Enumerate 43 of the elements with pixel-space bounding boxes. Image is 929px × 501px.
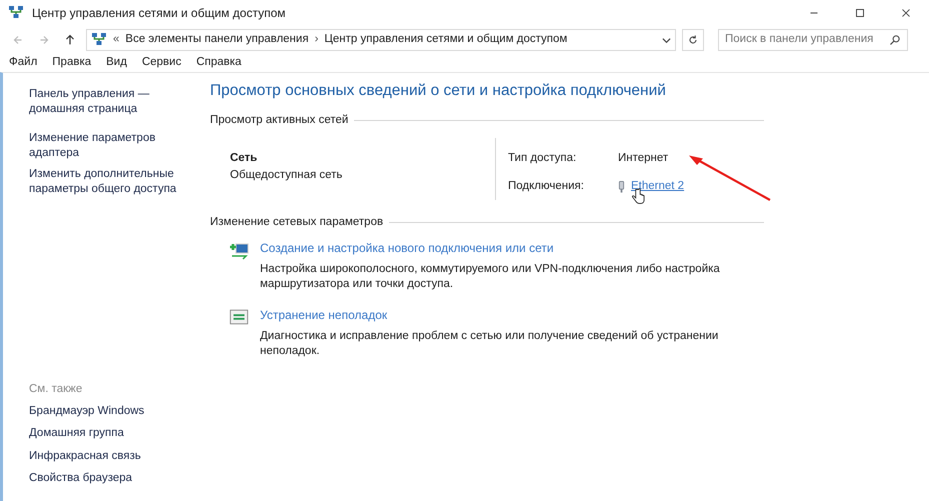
menu-item[interactable]: Файл [9,54,38,72]
dropdown-icon[interactable] [662,36,671,44]
task-link[interactable]: Создание и настройка нового подключения или сети [260,238,554,257]
address-bar[interactable]: « Все элементы панели управления › Центр управления сетями и общим доступом [86,29,676,51]
breadcrumb[interactable]: Все элементы панели управления [125,31,309,49]
ethernet-link[interactable]: Ethernet 2 [631,178,684,196]
window-title: Центр управления сетями и общим доступом [32,5,286,22]
hand-cursor-icon [632,188,645,205]
maximize-icon[interactable] [853,6,867,20]
sidebar-link[interactable]: Панель управления — домашняя страница [29,87,210,117]
search-icon [889,34,901,46]
sidebar-link[interactable]: Свойства браузера [29,470,210,487]
access-type-value: Интернет [618,150,670,166]
breadcrumb[interactable]: Центр управления сетями и общим доступом [324,31,568,49]
menu-item[interactable]: Правка [52,54,92,72]
up-icon[interactable] [63,33,77,47]
connections-label: Подключения: [508,178,585,194]
section-heading: Просмотр активных сетей [210,113,348,128]
network-name: Сеть [230,150,258,166]
sidebar-link[interactable]: Инфракрасная связь [29,448,210,465]
task-description: Настройка широкополосного, коммутируемого или VPN-подключения либо настройка маршрутизатора или точки доступа. [260,262,721,292]
network-icon [8,5,24,21]
page-title: Просмотр основных сведений о сети и настройка подключений [210,81,667,101]
section-heading: Изменение сетевых параметров [210,214,384,230]
refresh-button[interactable] [682,29,704,51]
access-type-label: Тип доступа: [508,150,578,166]
menu-item[interactable]: Вид [106,54,127,72]
sidebar-link[interactable]: Брандмауэр Windows [29,403,210,420]
sidebar-link[interactable]: Изменить дополнительные параметры общего доступа [29,167,210,197]
sidebar-link[interactable]: Домашняя группа [29,425,210,442]
task-description: Диагностика и исправление проблем с сетью или получение сведений об устранении неполадок. [260,328,720,359]
network-icon [91,32,107,48]
network-type: Общедоступная сеть [230,168,344,183]
menu-item[interactable]: Сервис [142,54,182,72]
menu-item[interactable]: Справка [196,54,242,72]
search-field[interactable]: Поиск в панели управления [718,29,908,51]
breadcrumb-overflow[interactable]: « [113,31,120,49]
refresh-icon [687,34,699,46]
ethernet-icon [618,180,625,192]
see-also-heading: См. также [29,382,84,397]
sidebar-link[interactable]: Изменение параметров адаптера [29,131,210,161]
task-link[interactable]: Устранение неполадок [260,306,388,324]
breadcrumb-separator: › [314,32,318,48]
